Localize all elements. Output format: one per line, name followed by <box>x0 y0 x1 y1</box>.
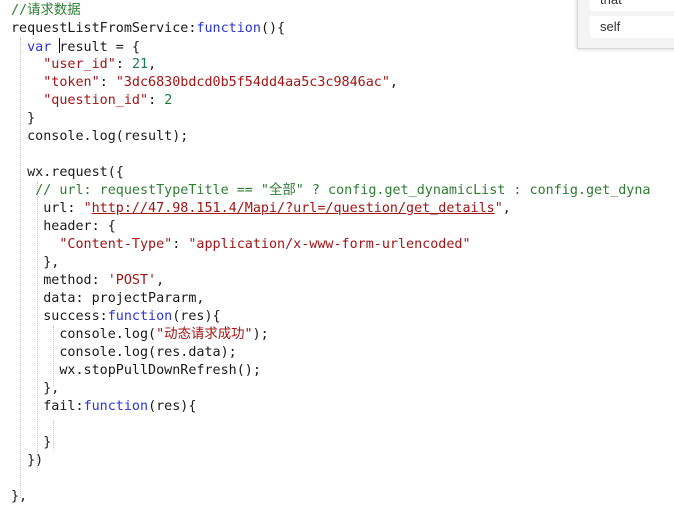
code-line[interactable]: wx.request({ <box>11 164 124 182</box>
code-line[interactable]: header: { <box>11 218 116 236</box>
code-line[interactable]: url: "http://47.98.151.4/Mapi/?url=/ques… <box>11 200 511 218</box>
code-token: data: projectPararm, <box>11 291 205 306</box>
code-token: , <box>502 201 511 216</box>
code-line[interactable]: wx.stopPullDownRefresh(); <box>11 362 261 380</box>
code-line[interactable]: requestListFromService:function(){ <box>11 20 285 38</box>
code-token: , <box>389 75 398 90</box>
autocomplete-item-that[interactable]: that <box>590 0 674 11</box>
code-token: : <box>148 93 165 108</box>
code-token: } <box>11 111 36 126</box>
code-token: "application/x-www-form-urlencoded" <box>188 237 471 252</box>
code-line[interactable]: method: 'POST', <box>11 272 164 290</box>
autocomplete-item-self[interactable]: self <box>590 16 674 38</box>
code-line[interactable]: var result = { <box>11 38 140 56</box>
code-token: , <box>148 57 157 72</box>
code-token: 'POST' <box>107 273 157 288</box>
code-token: }, <box>11 255 60 270</box>
code-line[interactable]: success:function(res){ <box>11 308 221 326</box>
code-line[interactable]: fail:function(res){ <box>11 398 196 416</box>
code-line[interactable]: // url: requestTypeTitle == "全部" ? confi… <box>11 182 650 200</box>
code-token: " <box>83 201 92 216</box>
code-token: (res){ <box>148 399 197 414</box>
code-line[interactable]: "user_id": 21, <box>11 56 156 74</box>
code-token: , <box>156 273 165 288</box>
code-token: 2 <box>164 93 173 108</box>
code-token: header: { <box>11 219 116 234</box>
code-line[interactable]: //请求数据 <box>11 2 81 20</box>
code-token: fail: <box>11 399 84 414</box>
code-token: success: <box>11 309 108 324</box>
code-token: }, <box>11 381 60 396</box>
code-token: console.log(result); <box>11 129 189 144</box>
code-line[interactable]: "Content-Type": "application/x-www-form-… <box>11 236 471 254</box>
code-token: function <box>196 21 261 36</box>
code-token: requestListFromService: <box>11 21 197 36</box>
code-token: : <box>172 237 189 252</box>
code-token: var <box>27 40 52 55</box>
code-line[interactable]: }, <box>11 488 27 506</box>
code-token: function <box>107 309 173 324</box>
code-line[interactable]: "question_id": 2 <box>11 92 172 110</box>
code-token: console.log(res.data); <box>11 345 237 360</box>
code-token: (res){ <box>172 309 221 324</box>
code-token: url: <box>11 201 84 216</box>
code-token: wx.stopPullDownRefresh(); <box>11 363 261 378</box>
code-token: result = { <box>59 40 140 55</box>
indent-guide <box>53 420 54 450</box>
code-token: (){ <box>260 21 286 36</box>
code-line[interactable]: }) <box>11 452 43 470</box>
code-token: "动态请求成功" <box>156 327 253 342</box>
code-line[interactable]: console.log("动态请求成功"); <box>11 326 269 344</box>
code-token: // url: requestTypeTitle == "全部" ? confi… <box>35 183 651 198</box>
code-token: wx.request({ <box>11 165 124 180</box>
code-editor[interactable]: //请求数据 requestListFromService:function(){… <box>0 0 674 514</box>
code-line[interactable]: "token": "3dc6830bdcd0b5f54dd4aa5c3c9846… <box>11 74 398 92</box>
code-token: //请求数据 <box>11 3 81 18</box>
code-token: 21 <box>131 57 149 72</box>
code-token: console.log( <box>11 327 157 342</box>
code-line[interactable]: } <box>11 434 51 452</box>
code-line[interactable]: data: projectPararm, <box>11 290 204 308</box>
code-token: : <box>99 75 116 90</box>
code-line[interactable]: } <box>11 110 35 128</box>
code-token: } <box>11 435 52 450</box>
code-token: "question_id" <box>43 93 149 108</box>
code-token: }, <box>11 489 28 504</box>
code-token: "user_id" <box>43 57 116 72</box>
code-line[interactable]: console.log(result); <box>11 128 188 146</box>
code-token: function <box>83 399 149 414</box>
code-line[interactable]: }, <box>11 380 59 398</box>
code-token: "token" <box>43 75 100 90</box>
code-line[interactable]: }, <box>11 254 59 272</box>
autocomplete-popup[interactable]: that self <box>577 0 674 49</box>
code-token: "3dc6830bdcd0b5f54dd4aa5c3c9846ac" <box>115 75 390 90</box>
code-token: }) <box>11 453 44 468</box>
code-token: method: <box>11 273 108 288</box>
code-line[interactable]: console.log(res.data); <box>11 344 237 362</box>
code-token: : <box>115 57 132 72</box>
code-token: "Content-Type" <box>59 237 173 252</box>
code-token: " <box>494 201 503 216</box>
code-url-link[interactable]: http://47.98.151.4/Mapi/?url=/question/g… <box>92 201 495 216</box>
code-token: ); <box>252 327 269 342</box>
